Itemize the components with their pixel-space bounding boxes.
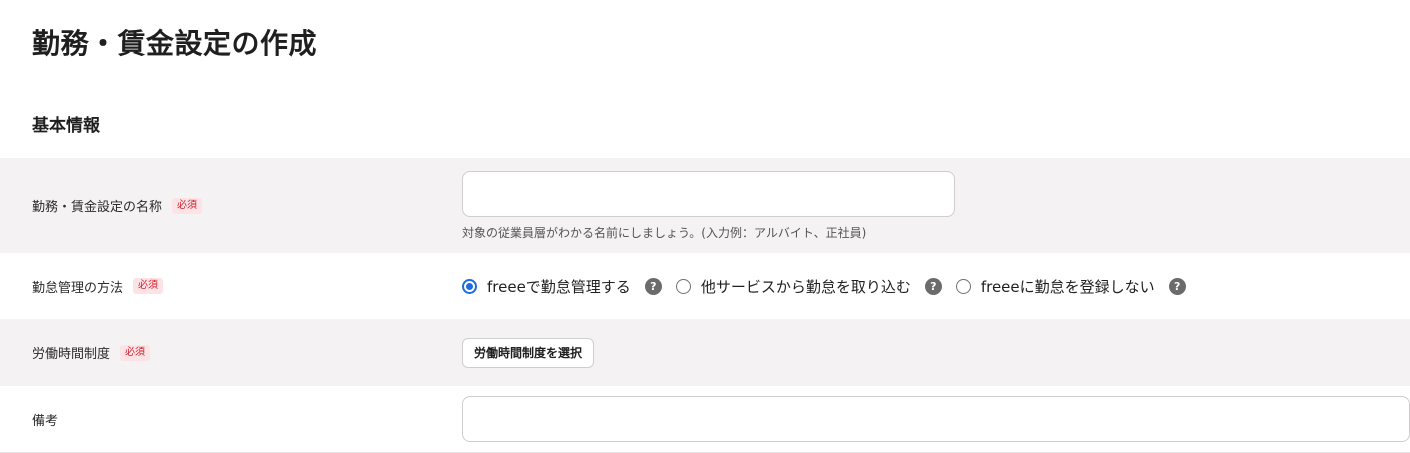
field-label-group: 労働時間制度 必須 [32,343,151,362]
field-label-group: 勤務・賃金設定の名称 必須 [32,196,203,215]
radio-option-import[interactable]: 他サービスから勤怠を取り込む ? [675,276,942,297]
name-hint: 対象の従業員層がわかる名前にしましょう。(入力例：アルバイト、正社員) [462,225,867,240]
field-label-group: 勤怠管理の方法 必須 [32,277,164,296]
form-row-work-system: 労働時間制度 必須 労働時間制度を選択 [0,319,1410,386]
work-system-label: 労働時間制度 [32,347,111,362]
notes-label: 備考 [32,413,59,429]
work-system-container: 労働時間制度を選択 [462,337,595,368]
basic-info-form: 勤務・賃金設定の名称 必須 対象の従業員層がわかる名前にしましょう。(入力例：ア… [0,158,1410,453]
field-label-group: 備考 [32,410,58,429]
name-field-label: 勤務・賃金設定の名称 [32,200,163,215]
form-row-attendance: 勤怠管理の方法 必須 freeeで勤怠管理する ? 他サービスから勤怠を取り込む… [0,253,1410,319]
question-circle-icon[interactable]: ? [644,277,662,295]
radio-option-none[interactable]: freeeに勤怠を登録しない ? [955,276,1186,297]
form-row-notes: 備考 [0,386,1410,453]
section-title: 基本情報 [32,116,100,136]
question-circle-icon[interactable]: ? [1168,277,1186,295]
attendance-method-radio-group: freeeで勤怠管理する ? 他サービスから勤怠を取り込む ? freeeに勤怠… [462,276,1200,297]
select-work-system-button[interactable]: 労働時間制度を選択 [462,337,595,368]
name-input[interactable] [462,170,955,217]
radio-option-label: 他サービスから勤怠を取り込む [700,277,911,296]
required-badge: 必須 [133,278,164,294]
name-field-container: 対象の従業員層がわかる名前にしましょう。(入力例：アルバイト、正社員) [462,170,955,241]
radio-option-label: freeeで勤怠管理する [487,277,631,296]
radio-button-checked[interactable] [462,278,477,294]
attendance-method-label: 勤怠管理の方法 [32,280,124,296]
radio-option-label: freeeに勤怠を登録しない [980,277,1155,296]
required-badge: 必須 [120,344,151,361]
required-badge: 必須 [172,197,203,214]
radio-button[interactable] [675,278,691,294]
page-title: 勤務・賃金設定の作成 [32,27,318,60]
notes-container [462,396,1410,442]
question-circle-icon[interactable]: ? [924,277,942,295]
form-row-name: 勤務・賃金設定の名称 必須 対象の従業員層がわかる名前にしましょう。(入力例：ア… [0,158,1410,253]
radio-option-freee[interactable]: freeeで勤怠管理する ? [462,276,662,297]
radio-button[interactable] [955,278,971,294]
work-wage-settings-page: 勤務・賃金設定の作成 基本情報 勤務・賃金設定の名称 必須 対象の従業員層がわか… [0,0,1410,453]
notes-input[interactable] [462,396,1410,442]
